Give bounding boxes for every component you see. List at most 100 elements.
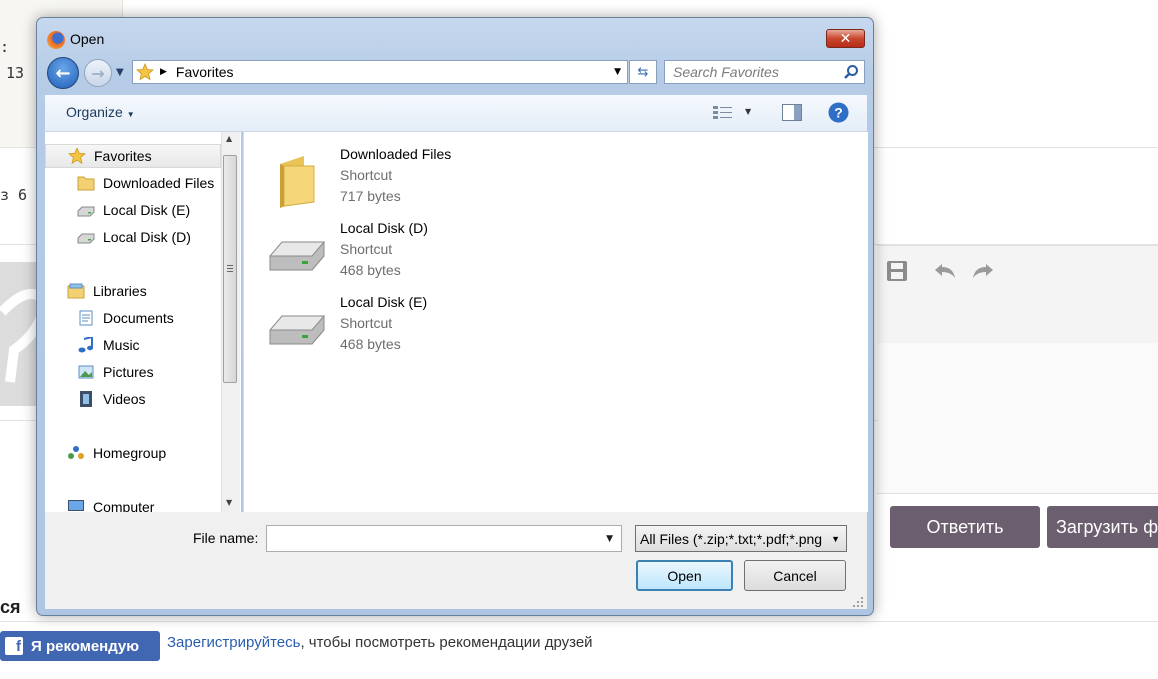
nav-homegroup[interactable]: Homegroup <box>67 441 166 465</box>
file-name-input[interactable]: ▼ <box>266 525 622 552</box>
reply-button[interactable]: Ответить <box>890 506 1040 548</box>
nav-label: Downloaded Files <box>103 175 215 191</box>
forward-arrow-icon: → <box>91 63 105 83</box>
scrollbar-thumb[interactable] <box>223 155 237 383</box>
search-input[interactable]: Search Favorites <box>664 60 865 84</box>
nav-favorites[interactable]: Favorites <box>45 144 221 168</box>
background-text-fragment: 13 <box>6 64 25 82</box>
open-file-dialog: Open ✕ ← → ▼ ▶ Favorites ▼ ⇆ Search Favo… <box>36 17 874 616</box>
file-type: Shortcut <box>340 315 393 331</box>
nav-libraries[interactable]: Libraries <box>67 279 147 303</box>
back-button[interactable]: ← <box>47 57 79 89</box>
file-name: Local Disk (D) <box>340 220 428 236</box>
file-name-label: File name: <box>193 530 259 546</box>
resize-grip-icon[interactable] <box>852 596 864 608</box>
address-location[interactable]: Favorites <box>176 64 234 80</box>
file-size: 717 bytes <box>340 188 401 204</box>
nav-local-disk-e[interactable]: Local Disk (E) <box>77 198 190 222</box>
divider <box>0 621 1158 622</box>
nav-local-disk-d[interactable]: Local Disk (D) <box>77 225 191 249</box>
nav-label: Videos <box>103 391 146 407</box>
view-options-icon[interactable] <box>713 105 735 121</box>
file-name: Downloaded Files <box>340 146 452 162</box>
drive-icon <box>77 233 95 244</box>
address-bar[interactable]: ▶ Favorites ▼ <box>132 60 628 84</box>
register-link[interactable]: Зарегистрируйтесь <box>167 634 300 651</box>
recommend-description: , чтобы посмотреть рекомендации друзей <box>300 634 593 651</box>
recommend-text: Зарегистрируйтесь, чтобы посмотреть реко… <box>167 632 627 653</box>
undo-icon[interactable] <box>933 262 957 280</box>
drive-icon <box>269 314 325 345</box>
upload-button[interactable]: Загрузить ф <box>1047 506 1158 548</box>
libraries-icon <box>67 283 85 299</box>
close-button[interactable]: ✕ <box>826 29 865 48</box>
scroll-down-icon[interactable]: ▼ <box>226 498 232 507</box>
forward-button[interactable]: → <box>84 59 112 87</box>
nav-label: Favorites <box>94 148 152 164</box>
command-toolbar: Organize ▼ ▼ ? <box>45 95 867 132</box>
nav-label: Computer <box>93 499 155 512</box>
nav-downloaded-files[interactable]: Downloaded Files <box>77 171 214 195</box>
scroll-up-icon[interactable]: ▲ <box>226 134 232 143</box>
organize-button[interactable]: Organize ▼ <box>66 104 135 120</box>
save-icon[interactable] <box>886 260 908 282</box>
videos-icon <box>80 391 92 407</box>
background-heading-fragment: ся <box>0 597 21 617</box>
view-dropdown-icon[interactable]: ▼ <box>745 107 751 116</box>
file-list: Downloaded Files Shortcut 717 bytes Loca… <box>243 132 868 512</box>
open-button[interactable]: Open <box>636 560 733 591</box>
file-size: 468 bytes <box>340 262 401 278</box>
favorites-star-icon <box>136 63 154 81</box>
recent-locations-dropdown[interactable]: ▼ <box>116 67 124 78</box>
search-icon[interactable] <box>843 64 859 80</box>
nav-label: Local Disk (D) <box>103 229 191 245</box>
search-placeholder: Search Favorites <box>673 64 779 80</box>
favorites-star-icon <box>68 148 86 164</box>
drive-icon <box>269 240 325 271</box>
file-type-select[interactable]: All Files (*.zip;*.txt;*.pdf;*.png ▼ <box>635 525 847 552</box>
nav-label: Homegroup <box>93 445 167 461</box>
folder-icon <box>280 156 315 208</box>
refresh-icon: ⇆ <box>637 64 649 80</box>
organize-label: Organize <box>66 104 123 120</box>
file-type: Shortcut <box>340 241 393 257</box>
nav-documents[interactable]: Documents <box>77 306 174 330</box>
file-item[interactable]: Downloaded Files Shortcut 717 bytes <box>268 146 568 216</box>
help-icon[interactable]: ? <box>828 102 849 123</box>
folder-icon <box>77 176 95 191</box>
file-type-value: All Files (*.zip;*.txt;*.pdf;*.png <box>640 530 823 547</box>
cancel-button[interactable]: Cancel <box>744 560 846 591</box>
documents-icon <box>79 310 93 326</box>
nav-label: Music <box>103 337 140 353</box>
redo-icon[interactable] <box>971 262 995 280</box>
nav-label: Libraries <box>93 283 147 299</box>
nav-label: Pictures <box>103 364 154 380</box>
background-text-fragment: : <box>0 38 10 56</box>
file-name: Local Disk (E) <box>340 294 428 310</box>
firefox-icon <box>47 31 65 49</box>
editor-toolbar <box>877 245 1158 345</box>
facebook-recommend-label: Я рекомендую <box>31 637 140 655</box>
nav-music[interactable]: Music <box>77 333 140 357</box>
music-icon <box>78 337 93 353</box>
chevron-down-icon: ▼ <box>126 110 135 119</box>
homegroup-icon <box>68 446 84 459</box>
chevron-down-icon: ▼ <box>831 534 840 544</box>
file-name-dropdown-icon[interactable]: ▼ <box>606 534 613 544</box>
nav-videos[interactable]: Videos <box>77 387 146 411</box>
facebook-icon: f <box>5 637 23 655</box>
preview-pane-icon[interactable] <box>782 104 802 121</box>
breadcrumb-chevron-icon[interactable]: ▶ <box>160 67 167 77</box>
facebook-recommend-button[interactable]: f Я рекомендую <box>0 631 160 661</box>
nav-computer[interactable]: Computer <box>67 495 154 512</box>
editor-area[interactable] <box>877 343 1158 494</box>
file-item[interactable]: Local Disk (E) Shortcut 468 bytes <box>268 294 568 364</box>
nav-pictures[interactable]: Pictures <box>77 360 154 384</box>
address-dropdown-icon[interactable]: ▼ <box>614 67 621 77</box>
refresh-button[interactable]: ⇆ <box>629 60 657 84</box>
nav-label: Local Disk (E) <box>103 202 191 218</box>
file-size: 468 bytes <box>340 336 401 352</box>
file-item[interactable]: Local Disk (D) Shortcut 468 bytes <box>268 220 568 290</box>
computer-icon <box>68 500 84 511</box>
back-arrow-icon: ← <box>55 62 71 84</box>
